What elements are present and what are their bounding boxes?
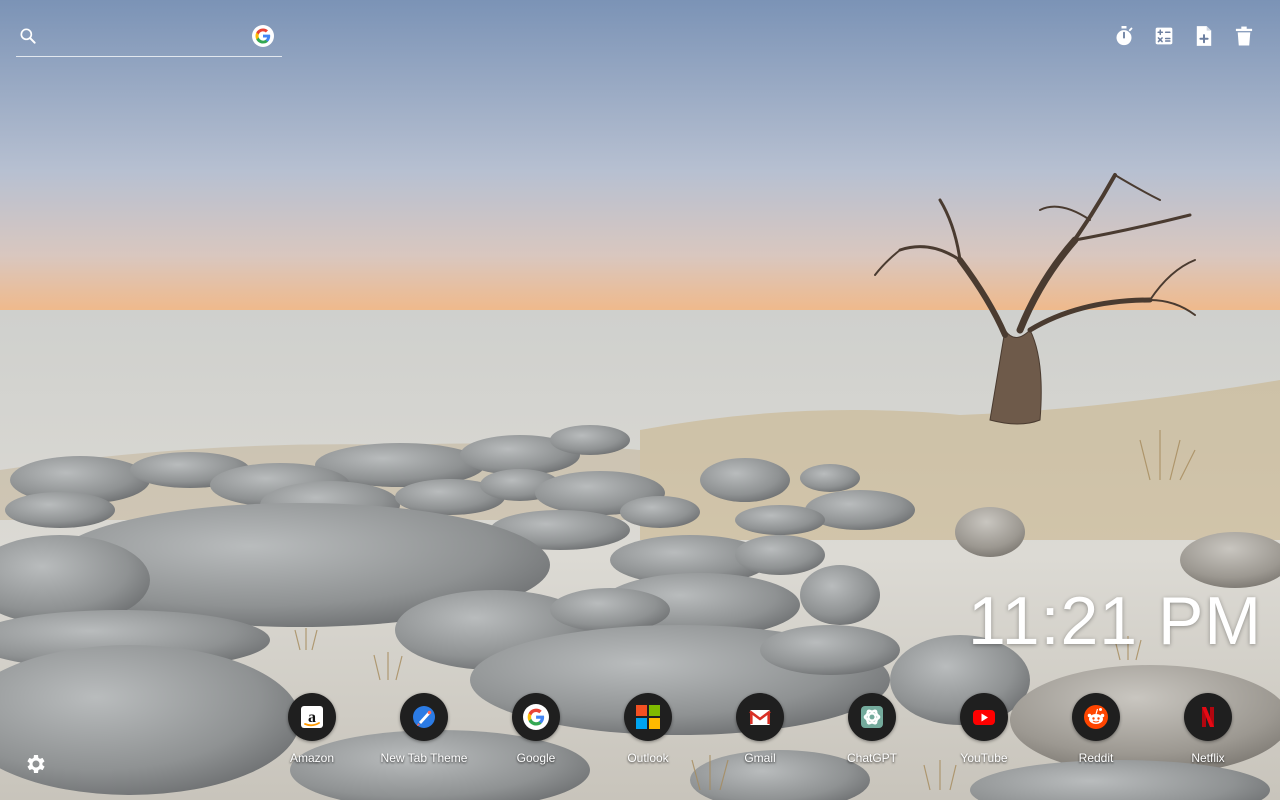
- shortcut-reddit[interactable]: Reddit: [1040, 693, 1152, 765]
- shortcut-label: New Tab Theme: [380, 751, 468, 765]
- reddit-icon[interactable]: [1072, 693, 1120, 741]
- shortcut-label: Amazon: [289, 751, 335, 765]
- shortcut-new-tab-theme[interactable]: New Tab Theme: [368, 693, 480, 765]
- clock-time: 11:21 PM: [967, 583, 1262, 659]
- search-bar[interactable]: [16, 22, 282, 57]
- shortcut-google[interactable]: Google: [480, 693, 592, 765]
- toolbar: [1112, 24, 1256, 48]
- search-icon[interactable]: [18, 26, 38, 46]
- shortcut-label: Outlook: [627, 751, 669, 765]
- shortcut-label: Reddit: [1078, 751, 1114, 765]
- landscape-image: [0, 0, 1280, 800]
- shortcut-label: Gmail: [744, 751, 776, 765]
- google-icon[interactable]: [512, 693, 560, 741]
- google-g-icon[interactable]: [252, 25, 274, 47]
- shortcut-youtube[interactable]: YouTube: [928, 693, 1040, 765]
- amazon-icon[interactable]: a: [288, 693, 336, 741]
- youtube-icon[interactable]: [960, 693, 1008, 741]
- timer-icon[interactable]: [1112, 24, 1136, 48]
- chatgpt-icon[interactable]: [848, 693, 896, 741]
- shortcut-chatgpt[interactable]: ChatGPT: [816, 693, 928, 765]
- shortcut-label: ChatGPT: [846, 751, 897, 765]
- svg-text:a: a: [308, 709, 316, 726]
- shortcut-dock: a Amazon New Tab Theme Google Outlook Gm…: [256, 693, 1264, 765]
- netflix-icon[interactable]: [1184, 693, 1232, 741]
- trash-icon[interactable]: [1232, 24, 1256, 48]
- shortcut-amazon[interactable]: a Amazon: [256, 693, 368, 765]
- new-tab-theme-icon[interactable]: [400, 693, 448, 741]
- shortcut-label: YouTube: [960, 751, 1008, 765]
- shortcut-label: Netflix: [1191, 751, 1225, 765]
- shortcut-netflix[interactable]: Netflix: [1152, 693, 1264, 765]
- shortcut-outlook[interactable]: Outlook: [592, 693, 704, 765]
- shortcut-label: Google: [516, 751, 556, 765]
- search-input[interactable]: [52, 24, 246, 52]
- microsoft-icon[interactable]: [624, 693, 672, 741]
- wallpaper-background: [0, 0, 1280, 800]
- shortcut-gmail[interactable]: Gmail: [704, 693, 816, 765]
- gear-icon[interactable]: [24, 752, 48, 776]
- calculator-icon[interactable]: [1152, 24, 1176, 48]
- add-note-icon[interactable]: [1192, 24, 1216, 48]
- gmail-icon[interactable]: [736, 693, 784, 741]
